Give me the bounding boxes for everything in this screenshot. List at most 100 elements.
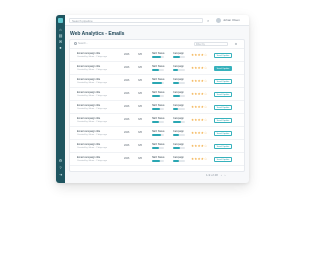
row-metric-sent: 2026 bbox=[124, 79, 130, 82]
send-update-button[interactable]: Send Update bbox=[214, 52, 232, 58]
row-status-progress bbox=[152, 121, 164, 123]
row-rating-stars: ★★★★☆ bbox=[191, 78, 208, 83]
send-update-button[interactable]: Send Update bbox=[214, 156, 232, 162]
user-menu[interactable]: Johan Olsen bbox=[223, 18, 240, 23]
table-row[interactable]: Email campaign title Created by Johan · 2… bbox=[70, 101, 244, 114]
chart-icon[interactable]: ▤ bbox=[58, 34, 63, 38]
mail-icon[interactable]: ✉ bbox=[58, 40, 63, 44]
row-metric-sent: 2026 bbox=[124, 118, 130, 121]
row-status-label: SEO Status bbox=[152, 65, 165, 68]
send-update-button[interactable]: Send Update bbox=[214, 91, 232, 97]
row-rating-stars: ★★★★☆ bbox=[191, 143, 208, 148]
row-campaign-label: Campaign bbox=[173, 104, 184, 107]
logo-icon[interactable] bbox=[58, 18, 63, 23]
table-search-input[interactable]: Search... bbox=[74, 42, 114, 46]
row-status-progress-fill bbox=[152, 95, 160, 97]
row-status-label: SEO Status bbox=[152, 117, 165, 120]
row-status-progress bbox=[152, 69, 164, 71]
row-campaign-label: Campaign bbox=[173, 91, 184, 94]
send-update-button[interactable]: Send Update bbox=[214, 78, 232, 84]
row-campaign-progress-fill bbox=[173, 69, 179, 71]
table-row[interactable]: Email campaign title Created by Johan · 2… bbox=[70, 114, 244, 127]
row-status-label: SEO Status bbox=[152, 91, 165, 94]
row-status-progress bbox=[152, 134, 164, 136]
row-campaign-label: Campaign bbox=[173, 65, 184, 68]
send-update-button[interactable]: Send Update bbox=[214, 130, 232, 136]
page-title: Web Analytics - Emails bbox=[70, 31, 125, 37]
row-status-progress-fill bbox=[152, 82, 162, 84]
app-window: ⌂ ▤ ✉ ● ⚙ ? ⇥ Search pipeline × Johan Ol… bbox=[56, 15, 249, 183]
pagination: 1-9 of 48 ‹ › bbox=[204, 173, 226, 177]
row-campaign-progress bbox=[173, 69, 185, 71]
row-campaign-progress bbox=[173, 121, 185, 123]
filter-select[interactable]: Filter by bbox=[194, 42, 228, 46]
row-subtitle: Created by Johan · 2 days ago bbox=[77, 146, 107, 149]
row-rating-stars: ★★★★☆ bbox=[191, 52, 208, 57]
sidebar-rail: ⌂ ▤ ✉ ● ⚙ ? ⇥ bbox=[56, 15, 65, 183]
pagination-range: 1-9 of 48 bbox=[206, 173, 218, 177]
table-search-placeholder: Search... bbox=[78, 42, 89, 46]
row-status-progress-fill bbox=[152, 147, 160, 149]
table-row[interactable]: Email campaign title Created by Johan · 2… bbox=[70, 127, 244, 140]
row-subtitle: Created by Johan · 2 days ago bbox=[77, 55, 107, 58]
table-row[interactable]: Email campaign title Created by Johan · 2… bbox=[70, 49, 244, 62]
row-campaign-progress bbox=[173, 160, 185, 162]
home-icon[interactable]: ⌂ bbox=[58, 28, 63, 32]
row-campaign-progress-fill bbox=[173, 134, 179, 136]
row-campaign-label: Campaign bbox=[173, 117, 184, 120]
row-campaign-progress-fill bbox=[173, 95, 181, 97]
row-status-progress-fill bbox=[152, 108, 161, 110]
row-status-label: SEO Status bbox=[152, 156, 165, 159]
send-update-button[interactable]: Send Update bbox=[214, 117, 232, 123]
settings-icon[interactable]: ⚙ bbox=[58, 159, 63, 163]
row-metric-opens: 325 bbox=[138, 79, 142, 82]
row-metric-opens: 325 bbox=[138, 92, 142, 95]
users-icon[interactable]: ● bbox=[58, 46, 63, 50]
row-metric-sent: 2026 bbox=[124, 105, 130, 108]
row-campaign-progress bbox=[173, 95, 185, 97]
row-status-label: SEO Status bbox=[152, 143, 165, 146]
row-campaign-progress-fill bbox=[173, 56, 180, 58]
row-rating-stars: ★★★★☆ bbox=[191, 130, 208, 135]
table-row[interactable]: Email campaign title Created by Johan · 2… bbox=[70, 88, 244, 101]
table-row[interactable]: Email campaign title Created by Johan · 2… bbox=[70, 62, 244, 75]
emails-table-card: Search... Filter by ⚙ Email campaign tit… bbox=[69, 39, 245, 172]
help-icon[interactable]: ? bbox=[58, 166, 63, 170]
table-row[interactable]: Email campaign title Created by Johan · 2… bbox=[70, 140, 244, 153]
row-campaign-progress bbox=[173, 108, 185, 110]
row-subtitle: Created by Johan · 2 days ago bbox=[77, 120, 107, 123]
row-metric-opens: 325 bbox=[138, 157, 142, 160]
row-status-label: SEO Status bbox=[152, 52, 165, 55]
row-metric-sent: 2026 bbox=[124, 131, 130, 134]
row-status-progress-fill bbox=[152, 56, 161, 58]
table-rows: Email campaign title Created by Johan · 2… bbox=[70, 49, 244, 166]
send-update-button[interactable]: Send Update bbox=[214, 143, 232, 149]
row-metric-opens: 325 bbox=[138, 144, 142, 147]
row-campaign-progress-fill bbox=[173, 108, 178, 110]
row-status-progress bbox=[152, 95, 164, 97]
table-row[interactable]: Email campaign title Created by Johan · 2… bbox=[70, 153, 244, 166]
row-subtitle: Created by Johan · 2 days ago bbox=[77, 94, 107, 97]
row-status-progress-fill bbox=[152, 121, 159, 123]
row-campaign-label: Campaign bbox=[173, 52, 184, 55]
row-rating-stars: ★★★★☆ bbox=[191, 91, 208, 96]
logout-icon[interactable]: ⇥ bbox=[58, 173, 63, 177]
row-status-progress-fill bbox=[152, 160, 161, 162]
row-campaign-progress-fill bbox=[173, 147, 180, 149]
search-icon bbox=[74, 42, 77, 45]
row-metric-opens: 325 bbox=[138, 53, 142, 56]
next-page-icon[interactable]: › bbox=[225, 173, 226, 177]
gear-icon[interactable]: ⚙ bbox=[232, 42, 240, 46]
row-metric-opens: 325 bbox=[138, 105, 142, 108]
send-update-button[interactable]: Send Update bbox=[214, 104, 232, 110]
row-campaign-progress bbox=[173, 134, 185, 136]
row-campaign-progress bbox=[173, 147, 185, 149]
prev-page-icon[interactable]: ‹ bbox=[221, 173, 222, 177]
avatar[interactable] bbox=[216, 18, 221, 23]
row-metric-sent: 2026 bbox=[124, 53, 130, 56]
clear-search-icon[interactable]: × bbox=[207, 18, 209, 23]
global-search-input[interactable]: Search pipeline bbox=[69, 18, 203, 23]
row-campaign-progress-fill bbox=[173, 82, 179, 84]
table-row[interactable]: Email campaign title Created by Johan · 2… bbox=[70, 75, 244, 88]
send-update-button[interactable]: Send Update bbox=[214, 65, 232, 71]
